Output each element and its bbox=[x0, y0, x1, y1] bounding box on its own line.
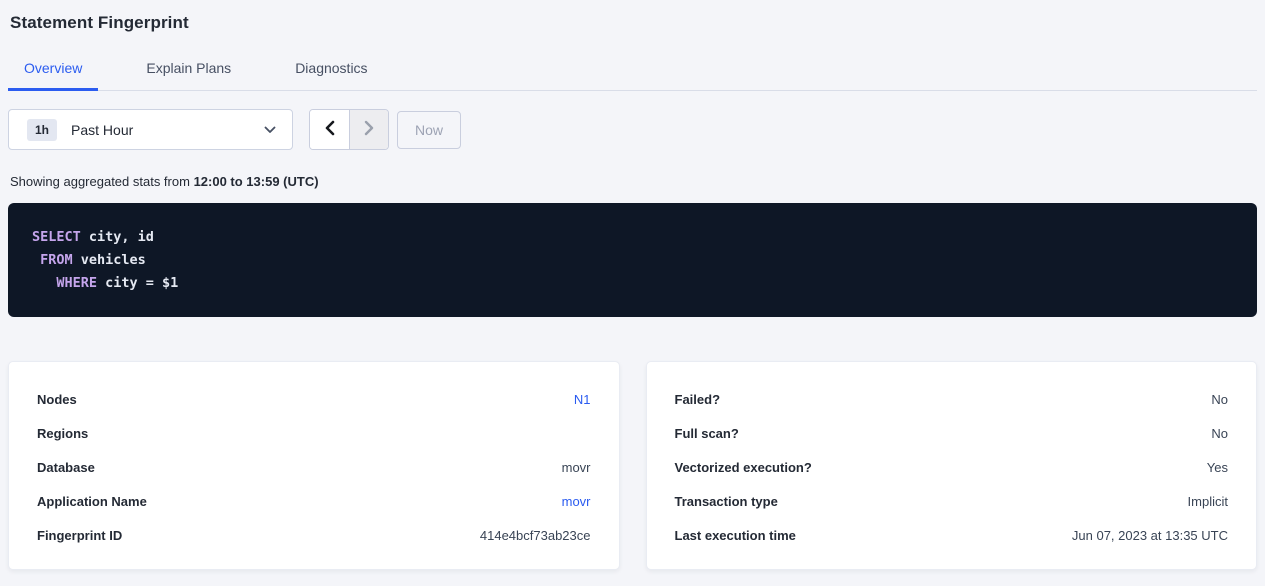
table-row: Application Name movr bbox=[37, 484, 591, 518]
database-value: movr bbox=[562, 460, 591, 475]
full-scan-label: Full scan? bbox=[675, 426, 739, 441]
tab-explain-plans[interactable]: Explain Plans bbox=[130, 50, 247, 91]
fingerprint-id-label: Fingerprint ID bbox=[37, 528, 122, 543]
failed-value: No bbox=[1211, 392, 1228, 407]
sql-statement-box: SELECT city, id FROM vehicles WHERE city… bbox=[8, 203, 1257, 317]
database-label: Database bbox=[37, 460, 95, 475]
nodes-label: Nodes bbox=[37, 392, 77, 407]
tab-overview[interactable]: Overview bbox=[8, 50, 98, 91]
sql-line: WHERE city = $1 bbox=[32, 272, 1233, 295]
regions-label: Regions bbox=[37, 426, 88, 441]
full-scan-value: No bbox=[1211, 426, 1228, 441]
last-execution-time-value: Jun 07, 2023 at 13:35 UTC bbox=[1072, 528, 1228, 543]
table-row: Regions bbox=[37, 416, 591, 450]
page-title: Statement Fingerprint bbox=[8, 0, 1257, 33]
failed-label: Failed? bbox=[675, 392, 721, 407]
transaction-type-value: Implicit bbox=[1188, 494, 1228, 509]
statement-details-card: Nodes N1 Regions Database movr Applicati… bbox=[8, 361, 620, 570]
previous-time-range-button[interactable] bbox=[310, 110, 349, 149]
table-row: Fingerprint ID 414e4bcf73ab23ce bbox=[37, 518, 591, 552]
transaction-type-label: Transaction type bbox=[675, 494, 778, 509]
table-row: Nodes N1 bbox=[37, 382, 591, 416]
nodes-link[interactable]: N1 bbox=[574, 392, 591, 407]
stats-time-range: 12:00 to 13:59 (UTC) bbox=[194, 174, 319, 189]
time-range-badge: 1h bbox=[27, 119, 57, 141]
chevron-down-icon bbox=[264, 126, 276, 134]
application-name-link[interactable]: movr bbox=[562, 494, 591, 509]
table-row: Transaction type Implicit bbox=[675, 484, 1229, 518]
aggregated-stats-text: Showing aggregated stats from 12:00 to 1… bbox=[8, 174, 1257, 189]
details-cards: Nodes N1 Regions Database movr Applicati… bbox=[8, 361, 1257, 570]
tab-diagnostics[interactable]: Diagnostics bbox=[279, 50, 383, 91]
stats-prefix: Showing aggregated stats from bbox=[10, 174, 194, 189]
vectorized-execution-value: Yes bbox=[1207, 460, 1228, 475]
table-row: Failed? No bbox=[675, 382, 1229, 416]
now-button[interactable]: Now bbox=[397, 111, 461, 149]
table-row: Last execution time Jun 07, 2023 at 13:3… bbox=[675, 518, 1229, 552]
tab-bar: Overview Explain Plans Diagnostics bbox=[8, 50, 1257, 91]
time-range-dropdown[interactable]: 1h Past Hour bbox=[8, 109, 293, 150]
time-nav-group bbox=[309, 109, 389, 150]
chevron-left-icon bbox=[324, 120, 336, 139]
chevron-right-icon bbox=[363, 120, 375, 139]
next-time-range-button[interactable] bbox=[349, 110, 388, 149]
time-controls: 1h Past Hour Now bbox=[8, 109, 1257, 150]
table-row: Vectorized execution? Yes bbox=[675, 450, 1229, 484]
table-row: Full scan? No bbox=[675, 416, 1229, 450]
execution-attributes-card: Failed? No Full scan? No Vectorized exec… bbox=[646, 361, 1258, 570]
last-execution-time-label: Last execution time bbox=[675, 528, 796, 543]
application-name-label: Application Name bbox=[37, 494, 147, 509]
table-row: Database movr bbox=[37, 450, 591, 484]
statement-fingerprint-page: Statement Fingerprint Overview Explain P… bbox=[0, 0, 1265, 570]
vectorized-execution-label: Vectorized execution? bbox=[675, 460, 812, 475]
time-range-selected-value: Past Hour bbox=[71, 122, 264, 138]
fingerprint-id-value: 414e4bcf73ab23ce bbox=[480, 528, 591, 543]
sql-line: FROM vehicles bbox=[32, 249, 1233, 272]
sql-line: SELECT city, id bbox=[32, 226, 1233, 249]
